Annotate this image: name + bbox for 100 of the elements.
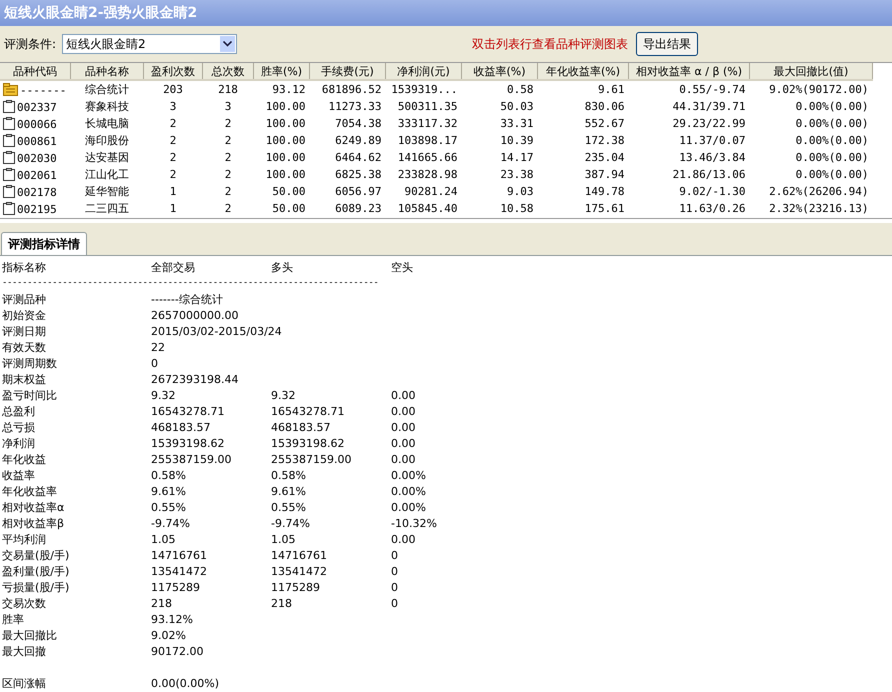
table-cell-text: 175.61 bbox=[584, 201, 626, 217]
clipboard-icon bbox=[3, 202, 15, 214]
condition-label: 评测条件: bbox=[4, 36, 56, 52]
detail-text: 评测品种 bbox=[2, 292, 47, 306]
detail-text: 1.05 bbox=[151, 532, 176, 546]
detail-text: 初始资金 bbox=[2, 308, 47, 322]
table-cell-text: 6249.89 bbox=[334, 133, 382, 149]
table-cell-text: 0.00%(0.00) bbox=[794, 133, 870, 149]
window-title: 短线火眼金睛2-强势火眼金睛2 bbox=[4, 4, 198, 22]
detail-text: 9.61% bbox=[271, 484, 307, 498]
detail-text: 468183.57 bbox=[271, 420, 332, 434]
detail-text: -10.32% bbox=[391, 516, 438, 530]
detail-text: 区间涨幅 bbox=[2, 676, 47, 690]
table-cell: 综合统计 bbox=[70, 80, 144, 98]
detail-text: 0 bbox=[151, 356, 159, 370]
condition-dropdown[interactable]: 短线火眼金睛2 bbox=[62, 34, 238, 54]
table-cell-text: 33.31 bbox=[499, 116, 534, 132]
table-cell-text: 500311.35 bbox=[396, 99, 458, 115]
table-cell-text: 21.86/13.06 bbox=[672, 167, 746, 183]
detail-text: 468183.57 bbox=[151, 420, 212, 434]
column-header[interactable]: 盈利次数 bbox=[144, 63, 202, 80]
stock-code: 000861 bbox=[17, 134, 57, 148]
table-cell-text: 333117.32 bbox=[396, 116, 458, 132]
table-cell-text: 3 bbox=[224, 99, 232, 115]
export-button[interactable]: 导出结果 bbox=[636, 32, 698, 56]
table-cell-text: 2 bbox=[168, 167, 178, 183]
table-cell-text: 10.39 bbox=[499, 133, 534, 149]
stock-code: 002178 bbox=[17, 186, 57, 198]
detail-text: 0.00 bbox=[391, 404, 416, 418]
table-cell: 203 bbox=[144, 80, 202, 98]
table-cell-text: 9.02/-1.30 bbox=[678, 184, 746, 200]
detail-text: 90172.00 bbox=[151, 644, 204, 658]
column-header: 空头 bbox=[391, 260, 414, 274]
table-cell-text: 延华智能 bbox=[84, 184, 130, 200]
table-cell-text: 29.23/22.99 bbox=[672, 116, 746, 132]
column-header[interactable]: 胜率(%) bbox=[254, 63, 310, 80]
column-header[interactable]: 相对收益率 α / β (%) bbox=[628, 63, 750, 80]
detail-text: 亏损量(股/手) bbox=[2, 580, 70, 594]
column-header: 全部交易 bbox=[151, 260, 196, 274]
detail-text: 0.00(0.00%) bbox=[151, 676, 220, 690]
detail-text: 胜率 bbox=[2, 612, 25, 626]
detail-text: 0 bbox=[391, 580, 399, 594]
table-cell-text: 9.03 bbox=[506, 184, 534, 200]
detail-text: 1.05 bbox=[271, 532, 296, 546]
column-header[interactable]: 最大回撤比(值) bbox=[750, 63, 872, 80]
detail-text: 最大回撤 bbox=[2, 644, 47, 658]
table-cell-text: 23.38 bbox=[499, 167, 534, 183]
table-cell-text: 6056.97 bbox=[334, 184, 382, 200]
table-cell-text: 7054.38 bbox=[334, 116, 382, 132]
detail-text: 9.32 bbox=[271, 388, 296, 402]
table-cell: 9.61 bbox=[538, 80, 628, 98]
detail-text: 218 bbox=[271, 596, 293, 610]
detail-text: 2015/03/02-2015/03/24 bbox=[151, 324, 282, 338]
table-cell-text: 552.67 bbox=[584, 116, 626, 132]
table-cell-text: 235.04 bbox=[584, 150, 626, 166]
table-cell-text: 0.00%(0.00) bbox=[794, 116, 870, 132]
table-cell-text: 长城电脑 bbox=[84, 116, 130, 132]
table-cell-text: 2.32%(23216.13) bbox=[768, 201, 870, 217]
hint-text: 双击列表行查看品种评测图表 bbox=[472, 36, 628, 52]
table-cell-text: 0.00%(0.00) bbox=[794, 150, 870, 166]
table-cell: 0.55/-9.74 bbox=[628, 80, 750, 98]
detail-text: 交易量(股/手) bbox=[2, 548, 70, 562]
stock-code: 002195 bbox=[17, 202, 57, 216]
column-header[interactable]: 收益率(%) bbox=[462, 63, 538, 80]
dashed-separator: --------------------------------------------------------------------------- bbox=[2, 278, 378, 288]
table-cell-text: 103898.17 bbox=[396, 133, 458, 149]
detail-text: 0.55% bbox=[151, 500, 187, 514]
detail-text: 盈利量(股/手) bbox=[2, 564, 70, 578]
detail-text: 13541472 bbox=[271, 564, 328, 578]
detail-text: 0.00 bbox=[391, 452, 416, 466]
table-cell-text: 149.78 bbox=[584, 184, 626, 200]
detail-text: 14716761 bbox=[271, 548, 328, 562]
detail-text: 22 bbox=[151, 340, 166, 354]
table-cell-text: 2 bbox=[168, 133, 178, 149]
column-header[interactable]: 净利润(元) bbox=[386, 63, 462, 80]
column-header[interactable]: 总次数 bbox=[202, 63, 254, 80]
detail-text: 255387159.00 bbox=[271, 452, 352, 466]
table-cell-text: 13.46/3.84 bbox=[678, 150, 746, 166]
clipboard-icon bbox=[3, 100, 15, 112]
table-cell-text: 2 bbox=[168, 116, 178, 132]
detail-text: 255387159.00 bbox=[151, 452, 232, 466]
detail-text: 评测周期数 bbox=[2, 356, 58, 370]
detail-text: 交易次数 bbox=[2, 596, 47, 610]
column-header[interactable]: 年化收益率(%) bbox=[538, 63, 628, 80]
table-cell-text: 2 bbox=[224, 150, 232, 166]
detail-text: 218 bbox=[151, 596, 173, 610]
table-cell-text: 2.62%(26206.94) bbox=[768, 184, 870, 200]
detail-text: 相对收益率β bbox=[2, 516, 66, 530]
column-header[interactable]: 品种代码 bbox=[0, 63, 70, 80]
column-header[interactable]: 手续费(元) bbox=[310, 63, 386, 80]
table-cell-text: 6464.62 bbox=[334, 150, 382, 166]
tab[interactable]: 评测指标详情 bbox=[1, 232, 87, 255]
clipboard-icon bbox=[3, 168, 15, 180]
table-cell-text: 50.03 bbox=[499, 99, 534, 115]
table-cell-text: 10.58 bbox=[499, 201, 534, 217]
table-cell-text: 11.37/0.07 bbox=[678, 133, 746, 149]
detail-text: 0.58% bbox=[151, 468, 187, 482]
table-cell-text: 50.00 bbox=[271, 184, 306, 200]
stock-code: ------- bbox=[20, 84, 66, 96]
column-header[interactable]: 品种名称 bbox=[70, 63, 144, 80]
